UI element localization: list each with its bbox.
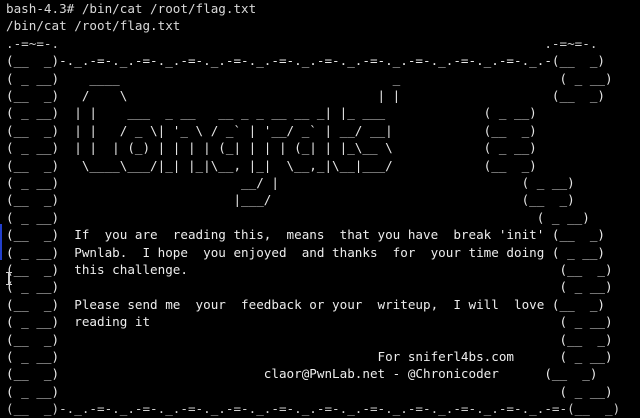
ascii-title-line-3: (__ _) / \ | | (__ _)	[6, 88, 605, 103]
ascii-title-line-1: (__ _)-._.-=-._.-=-._.-=-._.-=-._.-=-._.…	[6, 53, 605, 69]
message-line-8: ( _ __) For sniferl4bs.com ( _ __)	[6, 349, 613, 364]
message-line-2: ( _ __) Pwnlab. I hope you enjoyed and t…	[6, 244, 605, 260]
ascii-border-bottom: (__ _)-._.-=-._.-=-._.-=-._.-=-._.-=-._.…	[6, 401, 621, 417]
terminal-echo-line: /bin/cat /root/flag.txt	[6, 18, 181, 34]
message-line-3: (__ _) this challenge. (__ _)	[6, 262, 613, 277]
terminal-window[interactable]: bash-4.3# /bin/cat /root/flag.txt /bin/c…	[0, 0, 640, 418]
message-line-4: ( _ __) ( _ __)	[6, 279, 613, 295]
message-line-6: ( _ __) reading it ( _ __)	[6, 314, 613, 330]
ascii-title-line-6: ( _ __) | | | (_) | | | | (_| | | | (_| …	[6, 140, 537, 156]
terminal-prompt-line: bash-4.3# /bin/cat /root/flag.txt	[6, 1, 257, 16]
ascii-border-top: .-=~=-. .-=~=-.	[6, 35, 598, 51]
message-line-7: (__ _) (__ _)	[6, 331, 613, 347]
message-line-1: (__ _) If you are reading this, means th…	[6, 227, 605, 243]
ascii-title-line-2: ( _ __) ____ _ ( _ __)	[6, 70, 613, 86]
ascii-title-line-10: ( _ __) ( _ __)	[6, 209, 590, 225]
window-edge-highlight	[0, 224, 2, 260]
ascii-title-line-7: (__ _) \____\___/|_| |_|\__, |_| \__,_|\…	[6, 157, 537, 173]
mouse-ibeam-cursor-icon	[6, 272, 12, 285]
ascii-title-line-9: (__ _) |___/ (__ _)	[6, 192, 575, 208]
ascii-title-line-5: (__ _) | | / _ \| '_ \ / _` | '__/ _` | …	[6, 122, 537, 138]
message-line-9: (__ _) claor@PwnLab.net - @Chronicoder (…	[6, 366, 598, 382]
message-line-10: ( _ __) ( _ __)	[6, 383, 613, 399]
ascii-title-line-4: ( _ __) | | ___ _ __ __ _ _ __ __ _| |_ …	[6, 105, 537, 121]
ascii-title-line-8: ( _ __) __/ | ( _ __)	[6, 175, 575, 190]
message-line-5: (__ _) Please send me your feedback or y…	[6, 296, 605, 312]
